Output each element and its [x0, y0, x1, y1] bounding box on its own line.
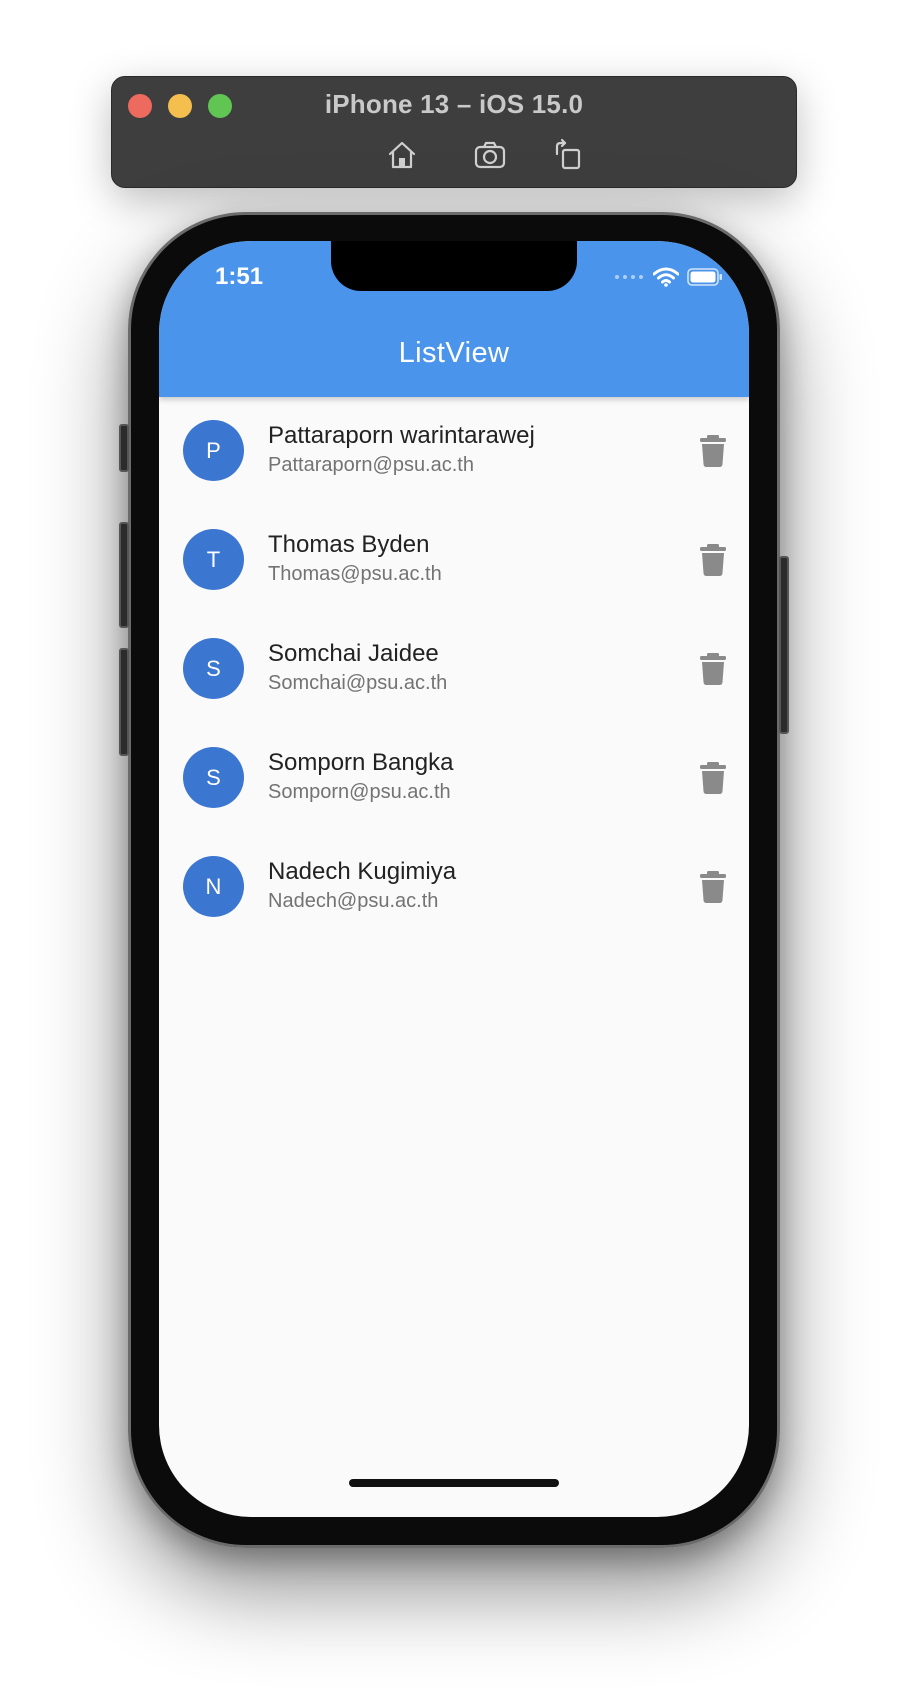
status-icons [615, 266, 723, 288]
delete-button[interactable] [689, 754, 737, 802]
delete-button[interactable] [689, 427, 737, 475]
trash-icon [700, 653, 726, 685]
phone-screen: 1:51 ListView P Pattaraporn warintarawej… [159, 241, 749, 1517]
wifi-icon [653, 267, 679, 287]
delete-button[interactable] [689, 863, 737, 911]
contact-email: Nadech@psu.ac.th [268, 890, 439, 912]
list-item[interactable]: S Somchai Jaidee Somchai@psu.ac.th [159, 615, 749, 724]
avatar: S [183, 638, 244, 699]
contact-email: Thomas@psu.ac.th [268, 563, 442, 585]
avatar: S [183, 747, 244, 808]
avatar: P [183, 420, 244, 481]
delete-button[interactable] [689, 645, 737, 693]
status-time: 1:51 [215, 263, 264, 290]
avatar: N [183, 856, 244, 917]
list-item[interactable]: S Somporn Bangka Somporn@psu.ac.th [159, 724, 749, 833]
simulator-page: iPhone 13 – iOS 15.0 1:51 ListView P Pat… [0, 0, 908, 1700]
simulator-tools [112, 135, 796, 175]
list-item-text: Thomas Byden Thomas@psu.ac.th [268, 530, 442, 588]
avatar: T [183, 529, 244, 590]
delete-button[interactable] [689, 536, 737, 584]
list-item-text: Somchai Jaidee Somchai@psu.ac.th [268, 639, 447, 697]
list-item[interactable]: P Pattaraporn warintarawej Pattaraporn@p… [159, 397, 749, 506]
mute-switch[interactable] [119, 424, 129, 472]
app-bar-title: ListView [398, 337, 510, 369]
trash-icon [700, 544, 726, 576]
volume-down-button[interactable] [119, 648, 129, 756]
trash-icon [700, 871, 726, 903]
rotate-button[interactable] [548, 135, 588, 175]
list-item[interactable]: N Nadech Kugimiya Nadech@psu.ac.th [159, 833, 749, 942]
volume-up-button[interactable] [119, 522, 129, 628]
contact-name: Nadech Kugimiya [268, 858, 457, 885]
screenshot-button[interactable] [470, 135, 510, 175]
contact-name: Pattaraporn warintarawej [268, 422, 535, 449]
contact-email: Pattaraporn@psu.ac.th [268, 454, 474, 476]
trash-icon [700, 435, 726, 467]
contact-name: Somporn Bangka [268, 749, 454, 776]
list-item-text: Nadech Kugimiya Nadech@psu.ac.th [268, 857, 456, 915]
rotate-icon [555, 138, 581, 170]
contact-name: Thomas Byden [268, 531, 430, 558]
list-item-text: Somporn Bangka Somporn@psu.ac.th [268, 748, 453, 806]
battery-icon [687, 268, 722, 286]
phone-notch [331, 241, 577, 291]
camera-icon [474, 141, 506, 169]
contact-email: Somporn@psu.ac.th [268, 781, 451, 803]
simulator-title: iPhone 13 – iOS 15.0 [324, 89, 584, 119]
list-item[interactable]: T Thomas Byden Thomas@psu.ac.th [159, 506, 749, 615]
home-icon [388, 141, 416, 169]
contact-name: Somchai Jaidee [268, 640, 439, 667]
signal-icon [615, 275, 643, 279]
home-indicator[interactable] [349, 1479, 559, 1487]
home-button[interactable] [382, 135, 422, 175]
contact-list: P Pattaraporn warintarawej Pattaraporn@p… [159, 397, 749, 942]
list-item-text: Pattaraporn warintarawej Pattaraporn@psu… [268, 421, 535, 479]
contact-email: Somchai@psu.ac.th [268, 672, 448, 694]
simulator-titlebar: iPhone 13 – iOS 15.0 [111, 76, 797, 188]
trash-icon [700, 762, 726, 794]
power-button[interactable] [779, 556, 789, 734]
